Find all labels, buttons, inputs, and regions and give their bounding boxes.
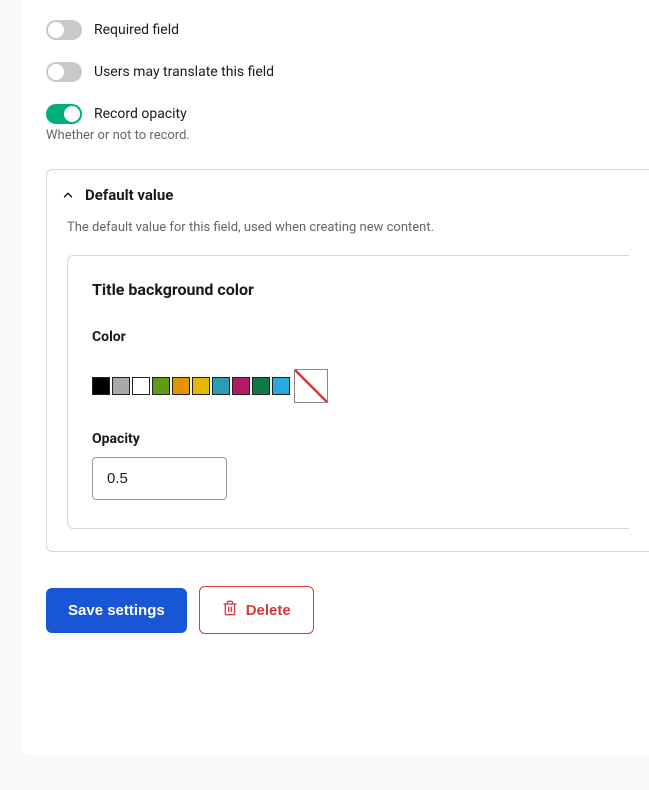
default-value-description: The default value for this field, used w…	[67, 220, 629, 235]
color-swatch[interactable]	[92, 377, 110, 395]
actions-row: Save settings Delete	[46, 586, 649, 634]
record-opacity-label: Record opacity	[94, 106, 187, 122]
settings-panel: Required field Users may translate this …	[22, 0, 649, 755]
translate-field-row: Users may translate this field	[46, 62, 649, 82]
color-swatch[interactable]	[192, 377, 210, 395]
opacity-input[interactable]	[92, 457, 227, 500]
translate-field-toggle[interactable]	[46, 62, 82, 82]
record-opacity-helper: Whether or not to record.	[46, 128, 649, 143]
color-swatch[interactable]	[172, 377, 190, 395]
fieldset-title: Title background color	[92, 280, 605, 299]
color-swatch[interactable]	[112, 377, 130, 395]
color-swatch-none[interactable]	[294, 369, 328, 403]
trash-icon	[222, 600, 238, 620]
default-value-body: The default value for this field, used w…	[47, 220, 649, 551]
color-swatch[interactable]	[212, 377, 230, 395]
delete-button[interactable]: Delete	[199, 586, 314, 634]
color-swatch[interactable]	[252, 377, 270, 395]
color-swatch[interactable]	[152, 377, 170, 395]
record-opacity-toggle[interactable]	[46, 104, 82, 124]
default-value-header[interactable]: Default value	[47, 170, 649, 220]
required-field-label: Required field	[94, 22, 179, 38]
required-field-toggle[interactable]	[46, 20, 82, 40]
color-label: Color	[92, 329, 605, 345]
delete-label: Delete	[246, 602, 291, 619]
color-swatch[interactable]	[132, 377, 150, 395]
record-opacity-row: Record opacity	[46, 104, 649, 124]
title-bg-color-fieldset: Title background color Color	[67, 255, 629, 529]
color-swatch[interactable]	[232, 377, 250, 395]
opacity-label: Opacity	[92, 431, 605, 447]
color-swatch[interactable]	[272, 377, 290, 395]
default-value-section: Default value The default value for this…	[46, 169, 649, 552]
save-button[interactable]: Save settings	[46, 588, 187, 633]
default-value-title: Default value	[85, 186, 173, 204]
color-swatch-group	[92, 369, 605, 403]
required-field-row: Required field	[46, 20, 649, 40]
chevron-up-icon	[61, 188, 75, 202]
translate-field-label: Users may translate this field	[94, 64, 274, 80]
